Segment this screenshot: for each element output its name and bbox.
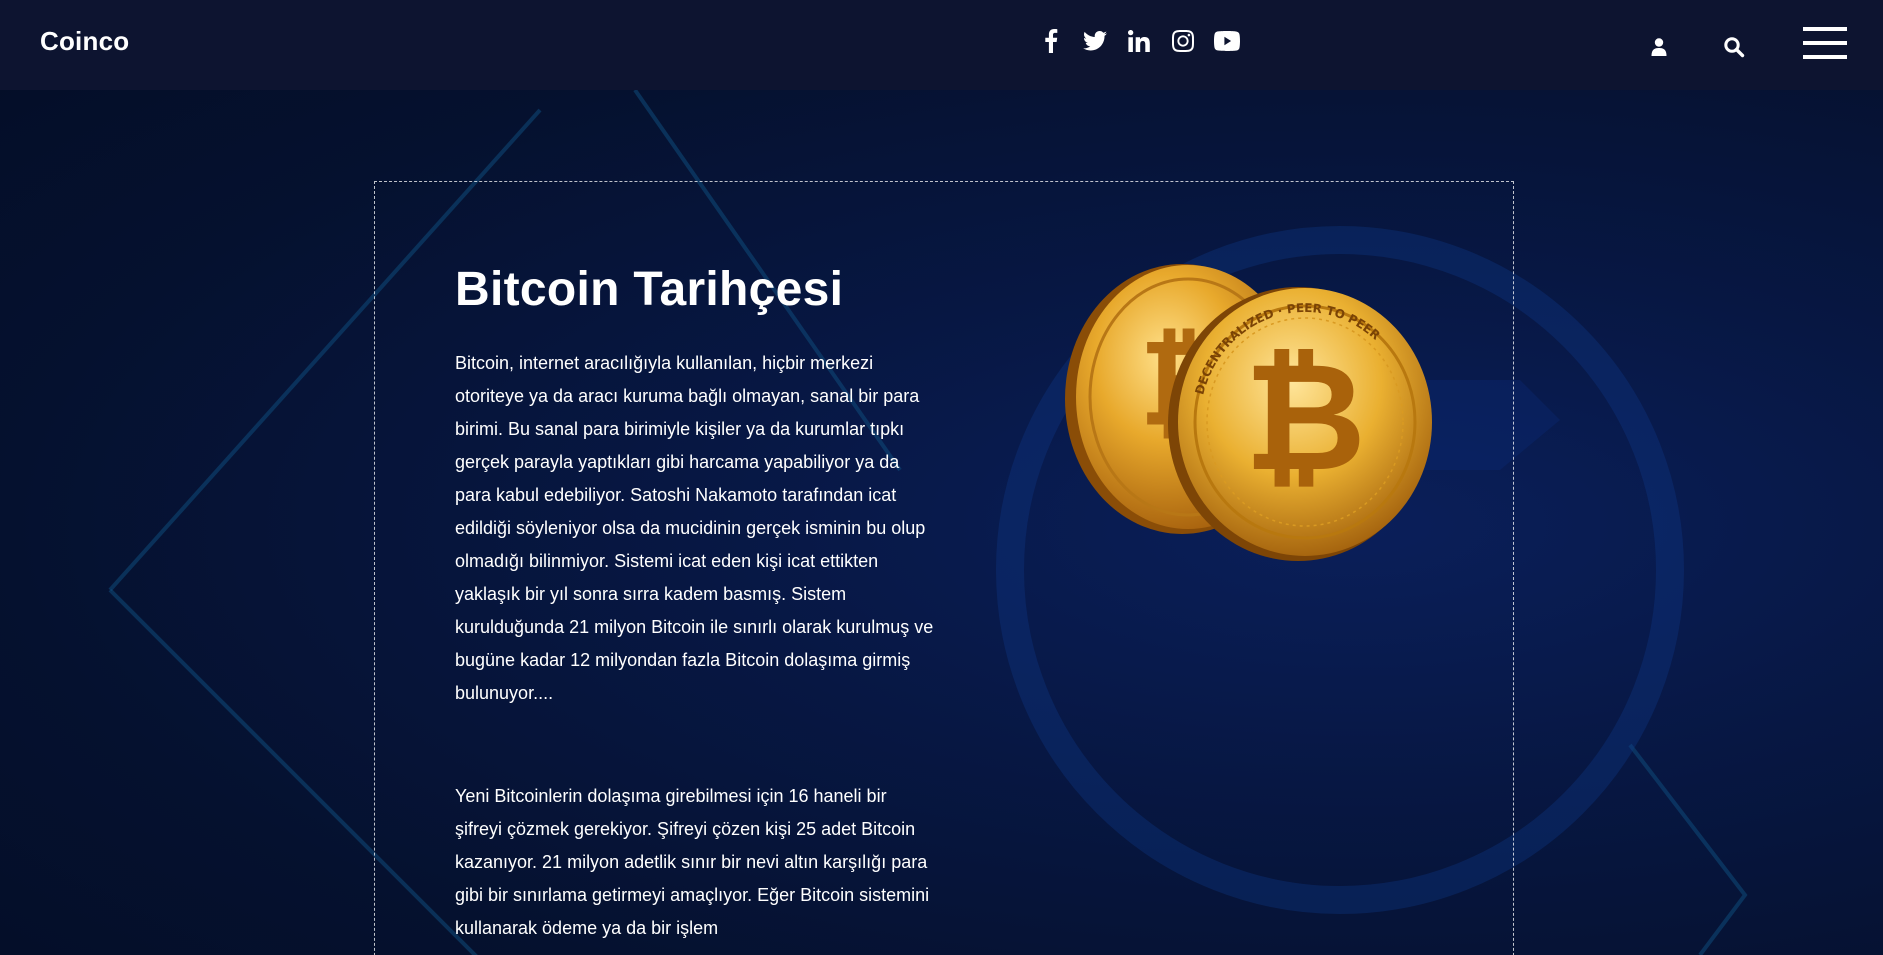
menu-bar [1803, 55, 1847, 59]
intro-paragraph: Bitcoin, internet aracılığıyla kullanıla… [455, 353, 934, 703]
top-navbar: Coinco [0, 0, 1883, 90]
youtube-icon[interactable] [1214, 28, 1240, 54]
page-title: Bitcoin Tarihçesi [455, 263, 844, 316]
content-card: Bitcoin Tarihçesi Bitcoin, internet arac… [374, 181, 1514, 955]
facebook-icon[interactable] [1038, 28, 1064, 54]
logo[interactable]: Coinco [40, 26, 129, 57]
instagram-icon[interactable] [1170, 28, 1196, 54]
social-links [1038, 28, 1240, 54]
hamburger-menu-icon[interactable] [1803, 27, 1847, 61]
search-icon[interactable] [1723, 36, 1745, 58]
user-icon[interactable] [1648, 36, 1670, 58]
menu-bar [1803, 27, 1847, 31]
bitcoin-coins-image: ₿ ₿ DECENTRALIZED · PEER TO PEER [1065, 264, 1432, 561]
twitter-icon[interactable] [1082, 28, 1108, 54]
page: Coinco Bitcoin Tarihçesi Bitcoin, intern… [0, 0, 1883, 955]
menu-bar [1803, 41, 1847, 45]
svg-text:₿: ₿ [1244, 331, 1366, 505]
linkedin-icon[interactable] [1126, 28, 1152, 54]
second-paragraph: Yeni Bitcoinlerin dolaşıma girebilmesi i… [455, 786, 930, 938]
